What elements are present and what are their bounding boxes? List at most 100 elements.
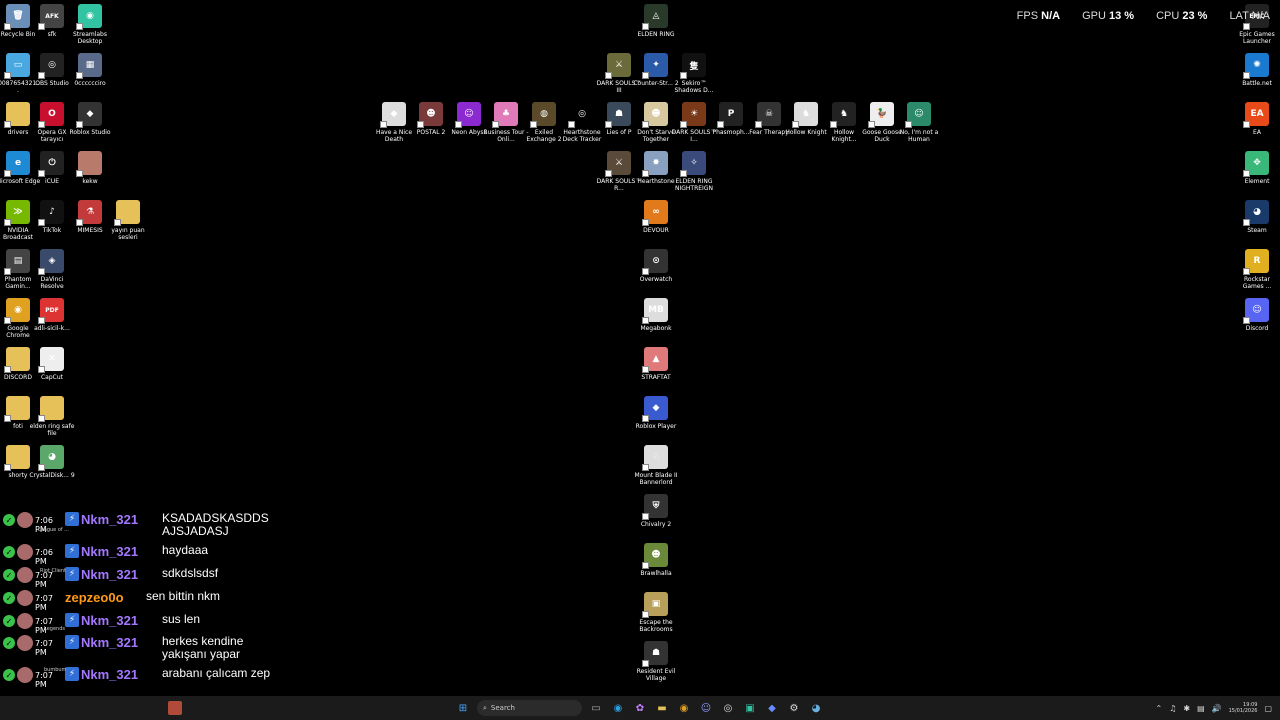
shortcut-arrow-icon xyxy=(4,219,11,226)
discord-icon xyxy=(4,347,30,373)
copilot-icon[interactable]: ✿ xyxy=(632,700,648,716)
user-badge-icon: ⚡ xyxy=(65,667,79,681)
desktop-icon-sekiro-shadows-d[interactable]: 隻 Sekiro™ Shadows D... xyxy=(672,53,716,94)
business-tour-onli-icon: ♣ xyxy=(492,102,518,128)
shortcut-arrow-icon xyxy=(755,121,762,128)
desktop-icon-battle-net[interactable]: ✺ Battle.net xyxy=(1235,53,1279,87)
desktop-icon-0cccccciro[interactable]: ▦ 0cccccciro xyxy=(68,53,112,87)
desktop-icon-rockstar-games[interactable]: R Rockstar Games ... xyxy=(1235,249,1279,290)
fps-readout: FPS N/A xyxy=(1016,10,1061,22)
devour-icon: ∞ xyxy=(642,200,668,226)
vpn-icon[interactable]: ◆ xyxy=(764,700,780,716)
desktop-icon-label: Roblox Studio xyxy=(69,129,111,136)
desktop-icon-chivalry-2[interactable]: ⛨ Chivalry 2 xyxy=(634,494,678,528)
latency-readout: LAT N/A xyxy=(1229,10,1270,22)
desktop-icon-no-i-m-not-a-human[interactable]: ☺ No, I'm not a Human xyxy=(897,102,941,143)
overwatch-icon: ⊙ xyxy=(642,249,668,275)
desktop-icon-overwatch[interactable]: ⊙ Overwatch xyxy=(634,249,678,283)
shortcut-arrow-icon xyxy=(380,121,387,128)
settings-icon[interactable]: ⚙ xyxy=(786,700,802,716)
notification-icon[interactable]: ♫ xyxy=(1169,704,1176,713)
app-thumbnail[interactable] xyxy=(168,701,182,715)
desktop-icon-resident-evil-village[interactable]: ☗ Resident Evil Village xyxy=(634,641,678,682)
chat-username: Nkm_321 xyxy=(81,512,139,527)
steam-icon[interactable]: ◕ xyxy=(808,700,824,716)
desktop-icon-roblox-studio[interactable]: ◆ Roblox Studio xyxy=(68,102,112,136)
check-badge-icon: ✓ xyxy=(3,637,15,649)
file-explorer-icon[interactable]: ▬ xyxy=(654,700,670,716)
shortcut-arrow-icon xyxy=(605,121,612,128)
task-view-icon[interactable]: ▭ xyxy=(588,700,604,716)
avatar xyxy=(17,590,33,606)
shortcut-arrow-icon xyxy=(38,464,45,471)
desktop-icon-label: Battle.net xyxy=(1242,80,1272,87)
check-badge-icon: ✓ xyxy=(3,546,15,558)
shortcut-arrow-icon xyxy=(642,611,649,618)
desktop-icon-devour[interactable]: ∞ DEVOUR xyxy=(634,200,678,234)
have-a-nice-death-icon: ◆ xyxy=(380,102,406,128)
chevron-up-icon[interactable]: ⌃ xyxy=(1156,704,1163,713)
shortcut-arrow-icon xyxy=(1243,268,1250,275)
desktop-icon-megabonk[interactable]: MB Megabonk xyxy=(634,298,678,332)
desktop-icon-element[interactable]: ✥ Element xyxy=(1235,151,1279,185)
obs-icon[interactable]: ◎ xyxy=(720,700,736,716)
desktop-icon-label: STRAFTAT xyxy=(641,374,671,381)
network-icon[interactable]: ▤ xyxy=(1197,704,1205,713)
shortcut-arrow-icon xyxy=(38,268,45,275)
desktop-icon-straftat[interactable]: ▲ STRAFTAT xyxy=(634,347,678,381)
desktop-icon-roblox-player[interactable]: ◆ Roblox Player xyxy=(634,396,678,430)
avatar xyxy=(17,635,33,651)
desktop-icon-elden-ring-nightreign[interactable]: ✧ ELDEN RING NIGHTREIGN xyxy=(672,151,716,192)
notification-bell-icon[interactable]: ▢ xyxy=(1264,704,1272,713)
desktop-icon-streamlabs-desktop[interactable]: ◉ Streamlabs Desktop xyxy=(68,4,112,45)
shortcut-arrow-icon xyxy=(605,72,612,79)
element-icon: ✥ xyxy=(1243,151,1269,177)
hidden-desktop-label: League of ... xyxy=(38,527,70,533)
desktop-icon-label: DEVOUR xyxy=(643,227,669,234)
edge-icon[interactable]: ◉ xyxy=(610,700,626,716)
desktop-icon-brawlhalla[interactable]: ☻ Brawlhalla xyxy=(634,543,678,577)
desktop-icon-steam[interactable]: ◕ Steam xyxy=(1235,200,1279,234)
shortcut-arrow-icon xyxy=(1243,23,1250,30)
system-clock[interactable]: 19:09 15/01/2026 xyxy=(1229,702,1258,714)
shortcut-arrow-icon xyxy=(642,219,649,226)
0cccccciro-icon: ▦ xyxy=(76,53,102,79)
desktop-icon-adli-sicil-k[interactable]: PDF adli-sicil-k... xyxy=(30,298,74,332)
desktop-icon-mount-blade-ii-bannerlord[interactable]: ♘ Mount Blade II Bannerlord xyxy=(634,445,678,486)
shortcut-arrow-icon xyxy=(642,268,649,275)
streamlabs-icon[interactable]: ▣ xyxy=(742,700,758,716)
desktop-icon-label: elden ring safe file xyxy=(29,423,75,437)
windows-start-icon[interactable]: ⊞ xyxy=(455,700,471,716)
desktop-icon-label: Sekiro™ Shadows D... xyxy=(674,80,714,94)
desktop-icon-discord[interactable]: ☺ Discord xyxy=(1235,298,1279,332)
shortcut-arrow-icon xyxy=(792,121,799,128)
shortcut-arrow-icon xyxy=(680,121,687,128)
desktop-icon-kekw[interactable]: kekw xyxy=(68,151,112,185)
desktop-icon-capcut[interactable]: ✕ CapCut xyxy=(30,347,74,381)
desktop-icon-ea[interactable]: EA EA xyxy=(1235,102,1279,136)
shorty-icon xyxy=(4,445,30,471)
roblox-studio-icon: ◆ xyxy=(76,102,102,128)
sekiro-shadows-d-icon: 隻 xyxy=(680,53,706,79)
taskbar-search[interactable]: ⌕ Search xyxy=(477,700,582,716)
shortcut-arrow-icon xyxy=(114,219,121,226)
desktop-icon-crystaldisk-9[interactable]: ◕ CrystalDisk... 9 xyxy=(29,445,75,479)
bluetooth-icon[interactable]: ✱ xyxy=(1183,704,1190,713)
desktop-icon-escape-the-backrooms[interactable]: ▣ Escape the Backrooms xyxy=(634,592,678,633)
discord-icon[interactable]: ☺ xyxy=(698,700,714,716)
desktop-icon-davinci-resolve[interactable]: ◈ DaVinci Resolve xyxy=(30,249,74,290)
desktop-icon-yay-n-puan-sesleri[interactable]: yayın puan sesleri xyxy=(106,200,150,241)
chrome-icon[interactable]: ◉ xyxy=(676,700,692,716)
user-badge-icon: ⚡ xyxy=(65,613,79,627)
shortcut-arrow-icon xyxy=(4,23,11,30)
shortcut-arrow-icon xyxy=(642,121,649,128)
shortcut-arrow-icon xyxy=(38,366,45,373)
desktop-icon-elden-ring[interactable]: ◬ ELDEN RING xyxy=(634,4,678,38)
desktop-icon-elden-ring-safe-file[interactable]: elden ring safe file xyxy=(30,396,74,437)
chat-text: herkes kendine yakışanı yapar xyxy=(162,634,244,661)
dark-souls-iii-icon: ⚔ xyxy=(605,53,631,79)
volume-icon[interactable]: 🔊 xyxy=(1212,704,1222,713)
desktop-icon-label: Megabonk xyxy=(640,325,672,332)
check-badge-icon: ✓ xyxy=(3,514,15,526)
neon-abyss-icon: ☺ xyxy=(455,102,481,128)
